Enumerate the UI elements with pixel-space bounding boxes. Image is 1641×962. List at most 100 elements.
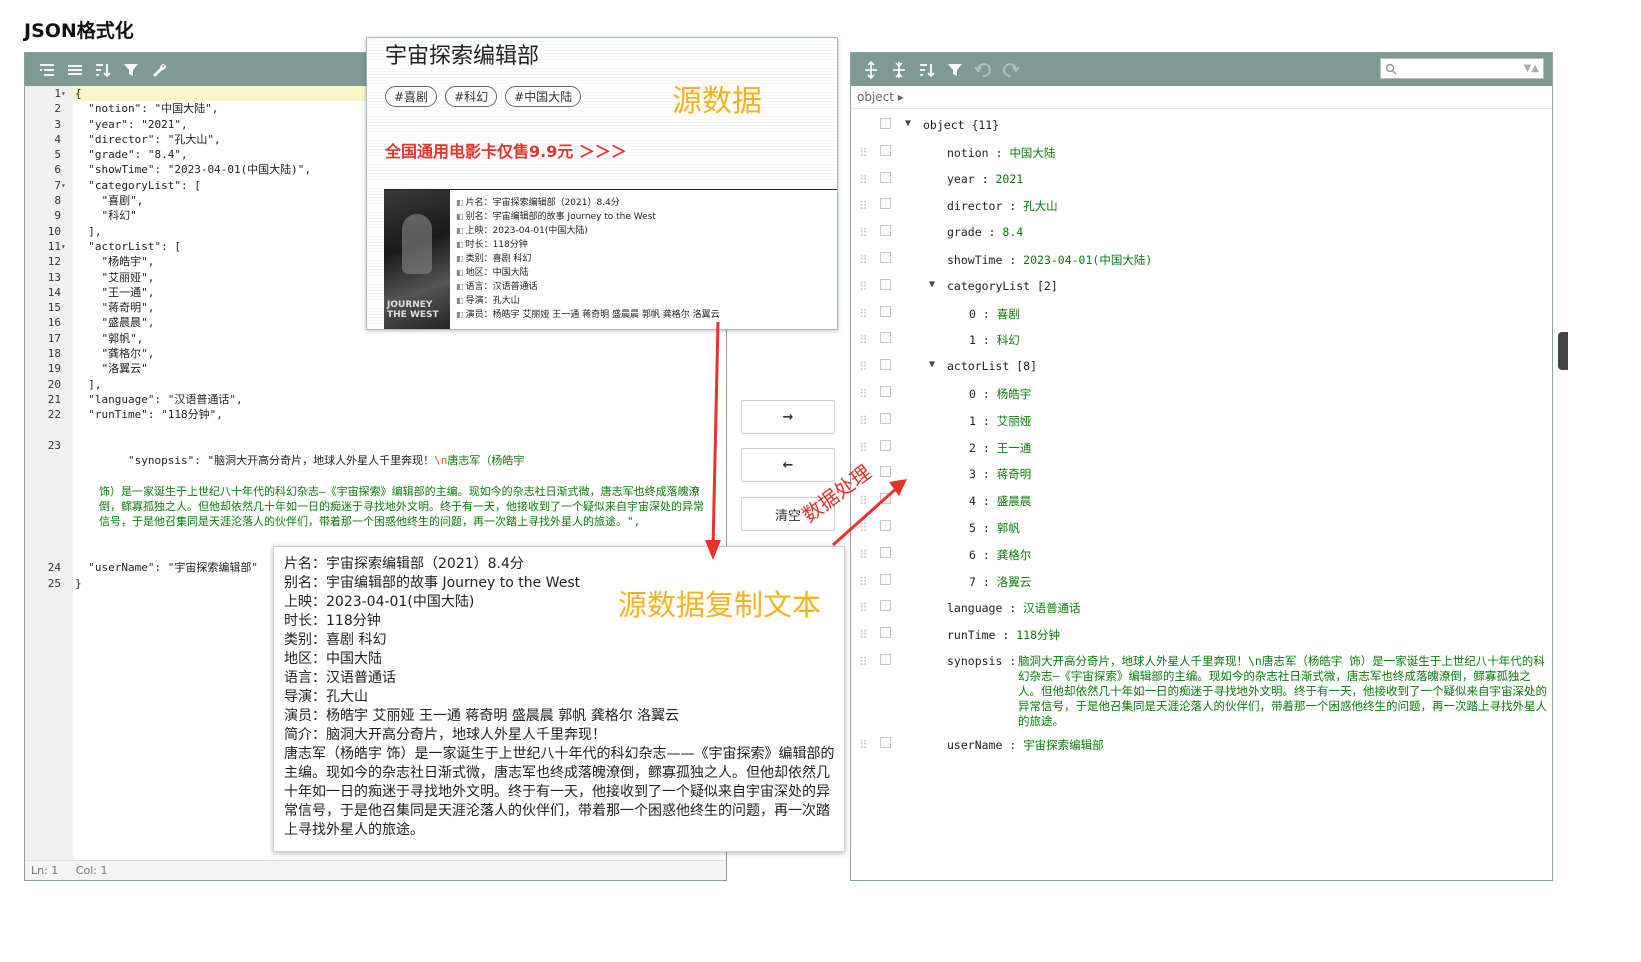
drag-handle-icon[interactable]: ⠿	[859, 253, 868, 267]
tree-node-label[interactable]: object {11}	[923, 118, 999, 132]
context-menu-button[interactable]	[880, 332, 891, 344]
drag-handle-icon[interactable]: ⠿	[859, 199, 868, 213]
expand-toggle-icon[interactable]: ▼	[929, 279, 935, 290]
tree-field-name[interactable]: synopsis :	[947, 654, 1016, 668]
tree-sort-button[interactable]	[913, 57, 941, 83]
tree-field-name[interactable]: 1 : 科幻	[969, 332, 1020, 348]
movie-tag[interactable]: #中国大陆	[505, 86, 582, 107]
context-menu-button[interactable]	[880, 118, 891, 129]
compact-button[interactable]	[61, 57, 89, 83]
movie-tag[interactable]: #喜剧	[385, 86, 438, 107]
field-value[interactable]: 2021	[995, 172, 1023, 186]
field-value[interactable]: 科幻	[997, 333, 1020, 347]
copy-to-right-button[interactable]: →	[741, 400, 835, 434]
drag-handle-icon[interactable]: ⠿	[859, 494, 868, 508]
context-menu-button[interactable]	[880, 493, 891, 505]
search-dropdown-icon[interactable]: ▼▲	[1524, 63, 1539, 74]
tree-field-name[interactable]: 2 : 王一通	[969, 440, 1031, 456]
context-menu-button[interactable]	[880, 225, 891, 237]
expand-toggle-icon[interactable]: ▼	[905, 118, 911, 129]
repair-button[interactable]	[145, 57, 173, 83]
context-menu-button[interactable]	[880, 198, 891, 210]
tree-field-name[interactable]: showTime : 2023-04-01(中国大陆)	[947, 252, 1152, 268]
context-menu-button[interactable]	[880, 252, 891, 263]
fold-toggle-icon[interactable]: ▾	[61, 239, 71, 254]
copy-to-left-button[interactable]: ←	[741, 448, 835, 482]
context-menu-button[interactable]	[880, 573, 891, 585]
format-button[interactable]	[33, 57, 61, 83]
tree-field-name[interactable]: notion : 中国大陆	[947, 145, 1055, 161]
field-value[interactable]: 蒋奇明	[997, 467, 1032, 481]
tree-field-name[interactable]: 3 : 蒋奇明	[969, 466, 1031, 482]
drag-handle-icon[interactable]: ⠿	[859, 333, 868, 347]
context-menu-button[interactable]	[880, 520, 891, 531]
context-menu-button[interactable]	[880, 654, 891, 665]
tree-node-label[interactable]: categoryList [2]	[947, 279, 1058, 293]
tree-field-name[interactable]: 6 : 龚格尔	[969, 547, 1031, 563]
context-menu-button[interactable]	[880, 144, 891, 156]
field-value[interactable]: 118分钟	[1016, 628, 1060, 642]
tree-filter-button[interactable]	[941, 57, 969, 83]
sort-button[interactable]	[89, 57, 117, 83]
context-menu-button[interactable]	[880, 439, 891, 451]
drag-handle-icon[interactable]: ⠿	[859, 280, 868, 294]
field-value[interactable]: 孔大山	[1023, 199, 1058, 213]
tree-field-name[interactable]: director : 孔大山	[947, 198, 1058, 214]
tree-field-name[interactable]: runTime : 118分钟	[947, 627, 1060, 643]
field-value[interactable]: 杨皓宇	[997, 387, 1032, 401]
undo-button[interactable]	[969, 57, 997, 83]
context-menu-button[interactable]	[880, 466, 891, 478]
context-menu-button[interactable]	[880, 737, 891, 749]
drag-handle-icon[interactable]: ⠿	[859, 628, 868, 642]
drag-handle-icon[interactable]: ⠿	[859, 738, 868, 752]
filter-button[interactable]	[117, 57, 145, 83]
drag-handle-icon[interactable]: ⠿	[859, 360, 868, 374]
context-menu-button[interactable]	[880, 171, 891, 183]
drag-handle-icon[interactable]: ⠿	[859, 601, 868, 615]
context-menu-button[interactable]	[880, 278, 891, 290]
tree-field-name[interactable]: 0 : 喜剧	[969, 306, 1020, 322]
context-menu-button[interactable]	[880, 600, 891, 612]
drag-handle-icon[interactable]: ⠿	[859, 226, 868, 240]
collapse-all-button[interactable]	[885, 57, 913, 83]
tree-search-input[interactable]: ▼▲	[1380, 58, 1544, 79]
field-value[interactable]: 2023-04-01(中国大陆)	[1023, 253, 1152, 267]
field-value[interactable]: 洛翼云	[997, 575, 1032, 589]
tree-field-name[interactable]: 1 : 艾丽娅	[969, 413, 1031, 429]
tree-field-name[interactable]: 0 : 杨皓宇	[969, 386, 1031, 402]
tree-field-name[interactable]: 7 : 洛翼云	[969, 574, 1031, 590]
expand-toggle-icon[interactable]: ▼	[929, 359, 935, 370]
expand-all-button[interactable]	[857, 57, 885, 83]
drag-handle-icon[interactable]: ⠿	[859, 173, 868, 187]
field-value[interactable]: 宇宙探索编辑部	[1023, 738, 1104, 752]
drag-handle-icon[interactable]: ⠿	[859, 655, 868, 669]
tree-field-name[interactable]: 5 : 郭帆	[969, 520, 1020, 536]
tree-field-name[interactable]: year : 2021	[947, 172, 1023, 186]
drag-handle-icon[interactable]: ⠿	[859, 146, 868, 160]
context-menu-button[interactable]	[880, 359, 891, 371]
fold-toggle-icon[interactable]: ▾	[61, 178, 71, 193]
drag-handle-icon[interactable]: ⠿	[859, 441, 868, 455]
context-menu-button[interactable]	[880, 627, 891, 639]
field-value[interactable]: 王一通	[997, 441, 1032, 455]
context-menu-button[interactable]	[880, 546, 891, 558]
field-value[interactable]: 喜剧	[997, 307, 1020, 321]
redo-button[interactable]	[997, 57, 1025, 83]
drag-handle-icon[interactable]: ⠿	[859, 307, 868, 321]
movie-tag[interactable]: #科幻	[445, 86, 498, 107]
promo-link[interactable]: 全国通用电影卡仅售9.9元 ＞＞＞	[385, 138, 627, 162]
field-value[interactable]: 郭帆	[997, 521, 1020, 535]
field-value[interactable]: 盛晨晨	[997, 494, 1032, 508]
drag-handle-icon[interactable]: ⠿	[859, 414, 868, 428]
tree-field-name[interactable]: language : 汉语普通话	[947, 600, 1081, 616]
field-value[interactable]: 艾丽娅	[997, 414, 1032, 428]
field-value[interactable]: 龚格尔	[997, 548, 1032, 562]
context-menu-button[interactable]	[880, 305, 891, 317]
tree-field-name[interactable]: userName : 宇宙探索编辑部	[947, 737, 1104, 753]
drag-handle-icon[interactable]: ⠿	[859, 387, 868, 401]
drag-handle-icon[interactable]: ⠿	[859, 521, 868, 535]
breadcrumb[interactable]: object ▸	[857, 90, 904, 104]
side-panel-handle[interactable]	[1558, 332, 1568, 370]
field-value[interactable]: 8.4	[1002, 225, 1023, 239]
drag-handle-icon[interactable]: ⠿	[859, 575, 868, 589]
